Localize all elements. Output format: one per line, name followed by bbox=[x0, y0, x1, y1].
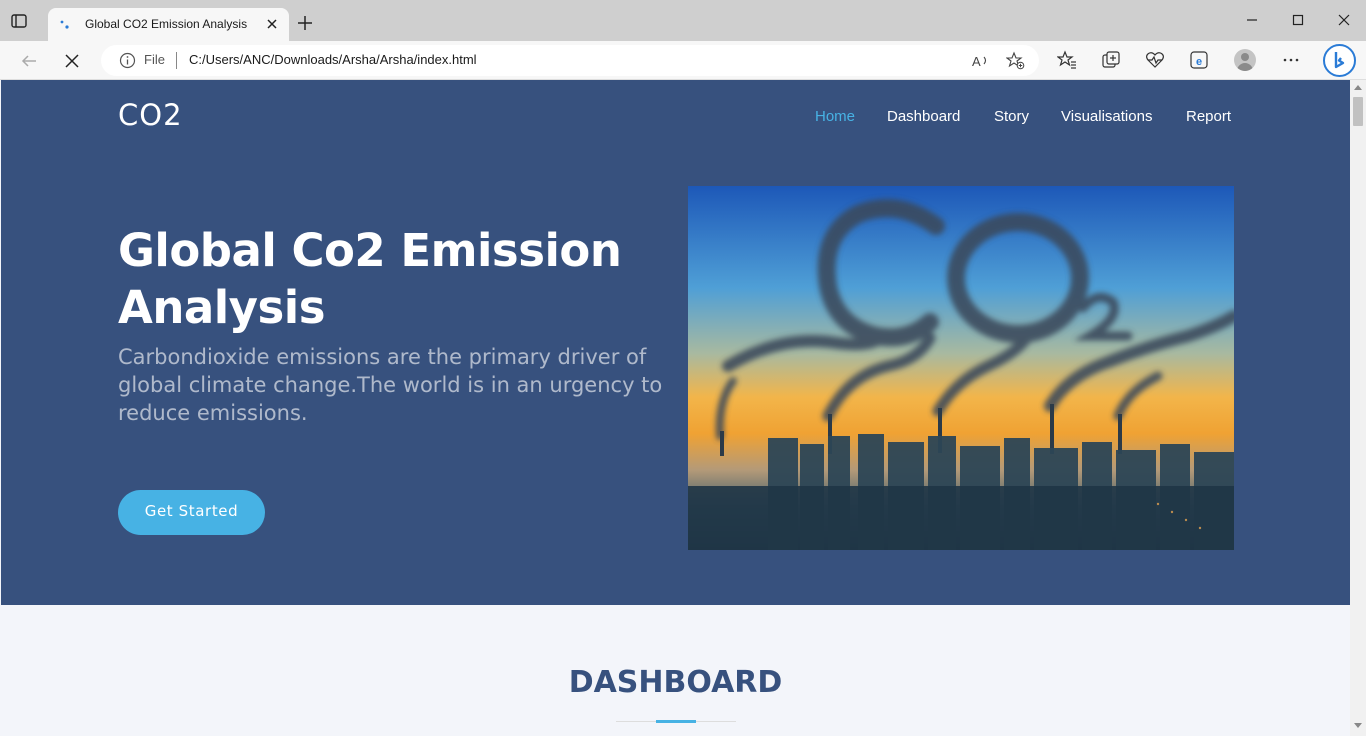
nav-dashboard[interactable]: Dashboard bbox=[887, 108, 960, 125]
scroll-down-icon[interactable] bbox=[1354, 723, 1362, 728]
browser-tab[interactable]: Global CO2 Emission Analysis bbox=[48, 8, 289, 41]
tab-actions-icon[interactable] bbox=[10, 12, 28, 30]
hero-subtitle: Carbondioxide emissions are the primary … bbox=[118, 345, 663, 425]
co2-smoke-city-image bbox=[688, 186, 1234, 550]
favorites-icon[interactable] bbox=[1057, 50, 1077, 70]
nav-visualisations[interactable]: Visualisations bbox=[1061, 108, 1152, 125]
nav-report[interactable]: Report bbox=[1186, 108, 1231, 125]
site-logo[interactable]: CO2 bbox=[118, 98, 183, 132]
read-aloud-icon[interactable]: A bbox=[971, 51, 990, 70]
page-viewport: CO2 Home Dashboard Story Visualisations … bbox=[1, 80, 1350, 736]
browser-toolbar: File C:/Users/ANC/Downloads/Arsha/Arsha/… bbox=[0, 41, 1366, 80]
svg-text:e: e bbox=[1196, 56, 1202, 68]
loading-favicon-icon bbox=[60, 20, 69, 29]
close-window-icon[interactable] bbox=[1336, 12, 1352, 28]
nav-story[interactable]: Story bbox=[994, 108, 1029, 125]
scrollbar-thumb[interactable] bbox=[1353, 97, 1363, 126]
bing-copilot-icon[interactable] bbox=[1323, 44, 1356, 77]
collections-icon[interactable] bbox=[1101, 50, 1121, 70]
hero-title: Global Co2 Emission Analysis bbox=[118, 224, 622, 334]
close-tab-icon[interactable] bbox=[264, 16, 280, 32]
page-scrollbar[interactable] bbox=[1350, 80, 1366, 736]
address-bar[interactable]: File C:/Users/ANC/Downloads/Arsha/Arsha/… bbox=[101, 45, 1039, 76]
address-url[interactable]: C:/Users/ANC/Downloads/Arsha/Arsha/index… bbox=[189, 52, 477, 67]
section-title-accent bbox=[656, 720, 696, 723]
dashboard-section-title: DASHBOARD bbox=[568, 665, 783, 700]
tab-title: Global CO2 Emission Analysis bbox=[85, 17, 248, 31]
get-started-button[interactable]: Get Started bbox=[118, 490, 265, 535]
minimize-icon[interactable] bbox=[1244, 12, 1260, 28]
browser-essentials-icon[interactable] bbox=[1145, 50, 1165, 70]
nav-home[interactable]: Home bbox=[815, 108, 855, 125]
add-favorite-icon[interactable] bbox=[1006, 51, 1025, 70]
scroll-up-icon[interactable] bbox=[1354, 85, 1362, 90]
maximize-icon[interactable] bbox=[1290, 12, 1306, 28]
more-menu-icon[interactable] bbox=[1281, 50, 1301, 70]
address-scheme-label: File bbox=[144, 52, 165, 67]
address-separator bbox=[176, 52, 177, 69]
stop-loading-icon[interactable] bbox=[62, 51, 82, 71]
browser-tab-strip: Global CO2 Emission Analysis bbox=[0, 0, 1366, 41]
hero-section: CO2 Home Dashboard Story Visualisations … bbox=[1, 80, 1350, 605]
svg-text:A: A bbox=[972, 54, 981, 69]
new-tab-icon[interactable] bbox=[296, 14, 314, 32]
back-arrow-icon[interactable] bbox=[19, 51, 39, 71]
profile-avatar[interactable] bbox=[1234, 49, 1256, 71]
edge-bar-icon[interactable]: e bbox=[1189, 50, 1209, 70]
info-icon[interactable] bbox=[119, 52, 136, 69]
